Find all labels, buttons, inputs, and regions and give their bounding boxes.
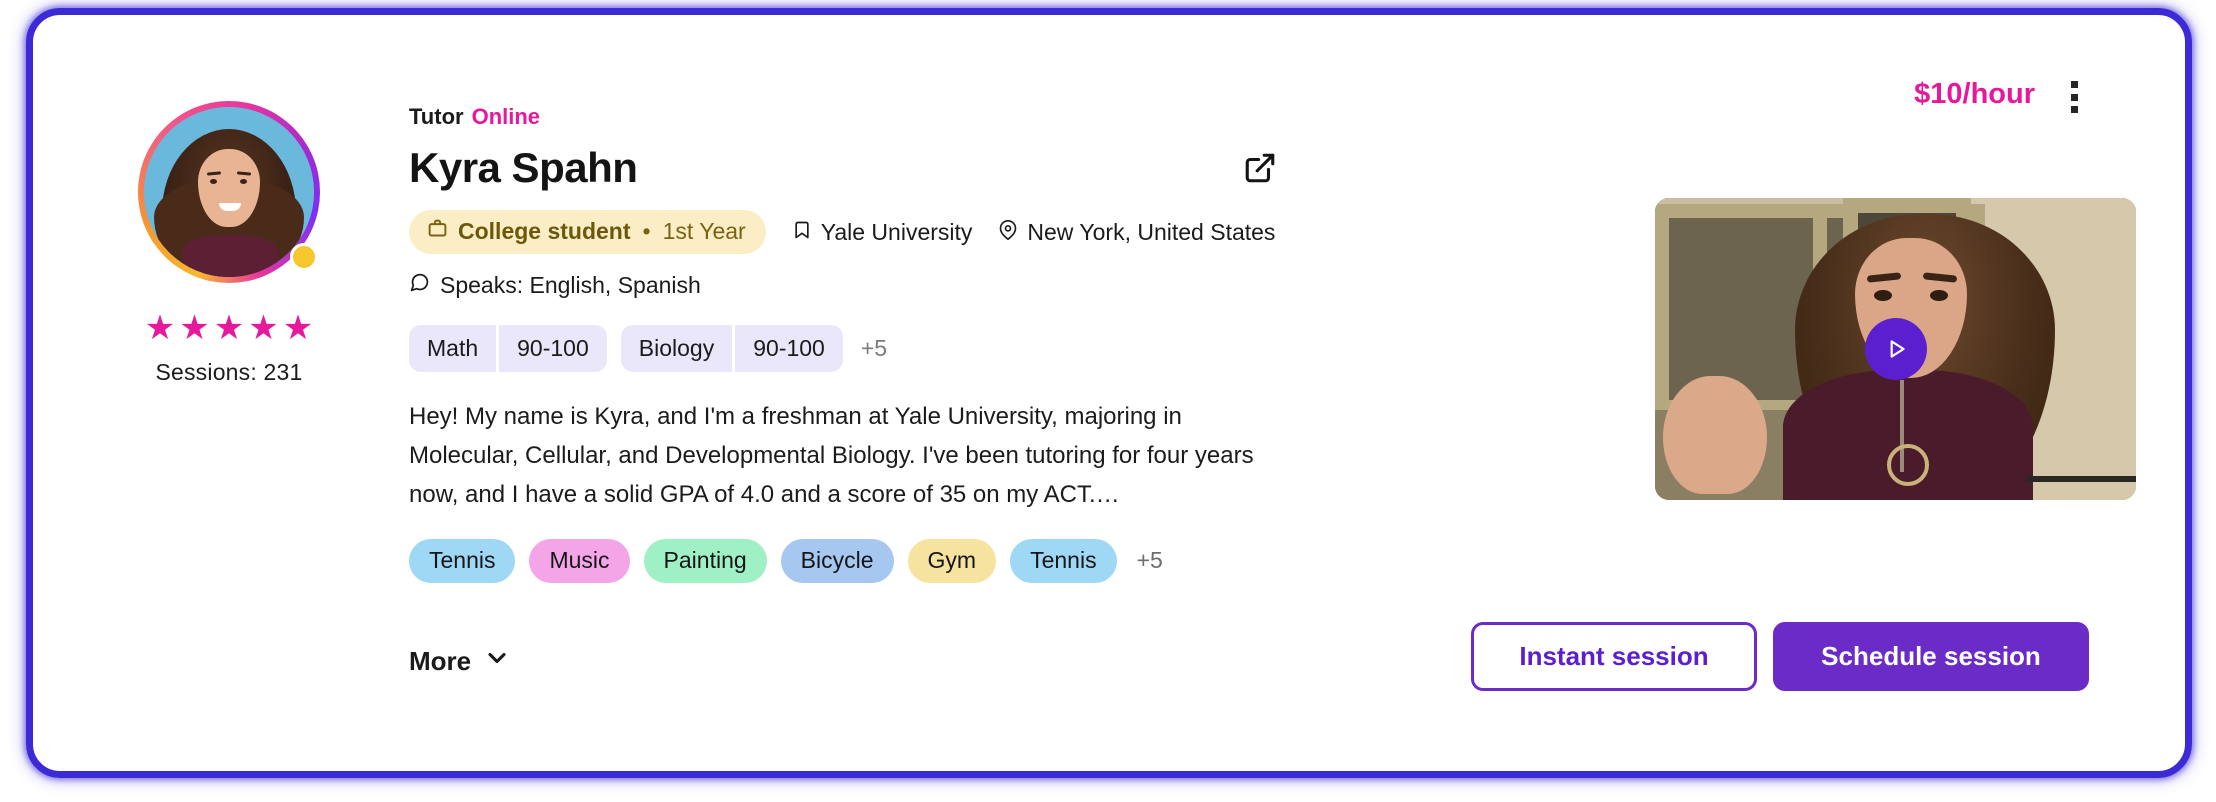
interest-tag[interactable]: Music bbox=[529, 538, 630, 583]
bio-text: Hey! My name is Kyra, and I'm a freshman… bbox=[409, 403, 1254, 508]
tutor-profile-card: ★ ★ ★ ★ ★ Sessions: 231 Tutor Online Kyra… bbox=[33, 16, 2185, 770]
star-icon: ★ bbox=[213, 309, 245, 347]
avatar[interactable] bbox=[138, 101, 320, 283]
instant-session-button[interactable]: Instant session bbox=[1471, 622, 1757, 691]
education-level: College student bbox=[458, 218, 631, 244]
education-separator: • bbox=[642, 218, 651, 244]
chevron-down-icon bbox=[483, 644, 511, 679]
rating-stars: ★ ★ ★ ★ ★ bbox=[145, 311, 313, 345]
star-icon: ★ bbox=[248, 309, 279, 347]
star-icon: ★ bbox=[179, 309, 210, 347]
star-icon: ★ bbox=[282, 309, 314, 347]
play-icon[interactable] bbox=[1864, 318, 1927, 380]
education-badge: College student • 1st Year bbox=[409, 210, 766, 254]
interest-tag[interactable]: Painting bbox=[643, 538, 767, 583]
profile-details-column: Tutor Online Kyra Spahn College student … bbox=[409, 104, 1699, 583]
interest-tag[interactable]: Tennis bbox=[409, 538, 516, 583]
more-toggle[interactable]: More bbox=[409, 644, 511, 679]
location-item: New York, United States bbox=[998, 219, 1275, 246]
screenshot-root: ★ ★ ★ ★ ★ Sessions: 231 Tutor Online Kyra… bbox=[0, 0, 2216, 802]
profile-summary-column: ★ ★ ★ ★ ★ Sessions: 231 bbox=[111, 101, 347, 386]
subject-chip[interactable]: Math 90-100 bbox=[409, 325, 607, 372]
role-label: Tutor bbox=[409, 104, 464, 129]
sessions-count: Sessions: 231 bbox=[155, 359, 303, 385]
action-buttons: Instant session Schedule session bbox=[1471, 622, 2089, 691]
subject-name: Biology bbox=[638, 335, 715, 361]
school-name: Yale University bbox=[820, 218, 973, 245]
subject-name: Math bbox=[427, 335, 479, 361]
subject-grade: 90-100 bbox=[496, 325, 607, 372]
languages-text: Speaks: English, Spanish bbox=[440, 272, 701, 298]
school-item: Yale University bbox=[792, 218, 973, 246]
more-vertical-icon[interactable] bbox=[2059, 78, 2089, 116]
online-status-dot bbox=[290, 243, 318, 271]
price-label: $10/hour bbox=[1914, 78, 2035, 110]
interest-tag[interactable]: Gym bbox=[907, 538, 997, 583]
briefcase-icon bbox=[427, 218, 448, 245]
interest-tag[interactable]: Bicycle bbox=[780, 538, 894, 583]
map-pin-icon bbox=[998, 219, 1018, 246]
intro-video-thumbnail[interactable] bbox=[1655, 198, 2136, 500]
avatar-photo bbox=[144, 107, 314, 277]
external-link-icon[interactable] bbox=[1241, 149, 1279, 187]
interest-tag[interactable]: Tennis bbox=[1010, 538, 1117, 583]
schedule-session-button[interactable]: Schedule session bbox=[1773, 622, 2089, 691]
bookmark-icon bbox=[792, 219, 812, 246]
page-title: Kyra Spahn bbox=[409, 144, 638, 191]
subjects-overflow-count[interactable]: +5 bbox=[861, 335, 887, 362]
education-year: 1st Year bbox=[662, 218, 746, 244]
status-badge: Online bbox=[471, 104, 541, 129]
role-status-line: Tutor Online bbox=[409, 104, 1699, 130]
languages-row: Speaks: English, Spanish bbox=[409, 272, 1699, 299]
subject-chip[interactable]: Biology 90-100 bbox=[620, 325, 843, 372]
interests-overflow-count[interactable]: +5 bbox=[1137, 547, 1163, 574]
name-row: Kyra Spahn bbox=[409, 144, 1699, 192]
star-icon: ★ bbox=[144, 309, 176, 347]
interests-row: Tennis Music Painting Bicycle Gym Tennis… bbox=[409, 538, 1699, 583]
more-label: More bbox=[409, 646, 472, 676]
location-name: New York, United States bbox=[1027, 218, 1276, 245]
subjects-row: Math 90-100 Biology 90-100 +5 bbox=[409, 325, 1699, 372]
subject-grade: 90-100 bbox=[732, 325, 843, 372]
chat-bubble-icon bbox=[409, 272, 430, 299]
education-meta-row: College student • 1st Year Yale Universi… bbox=[409, 210, 1699, 254]
